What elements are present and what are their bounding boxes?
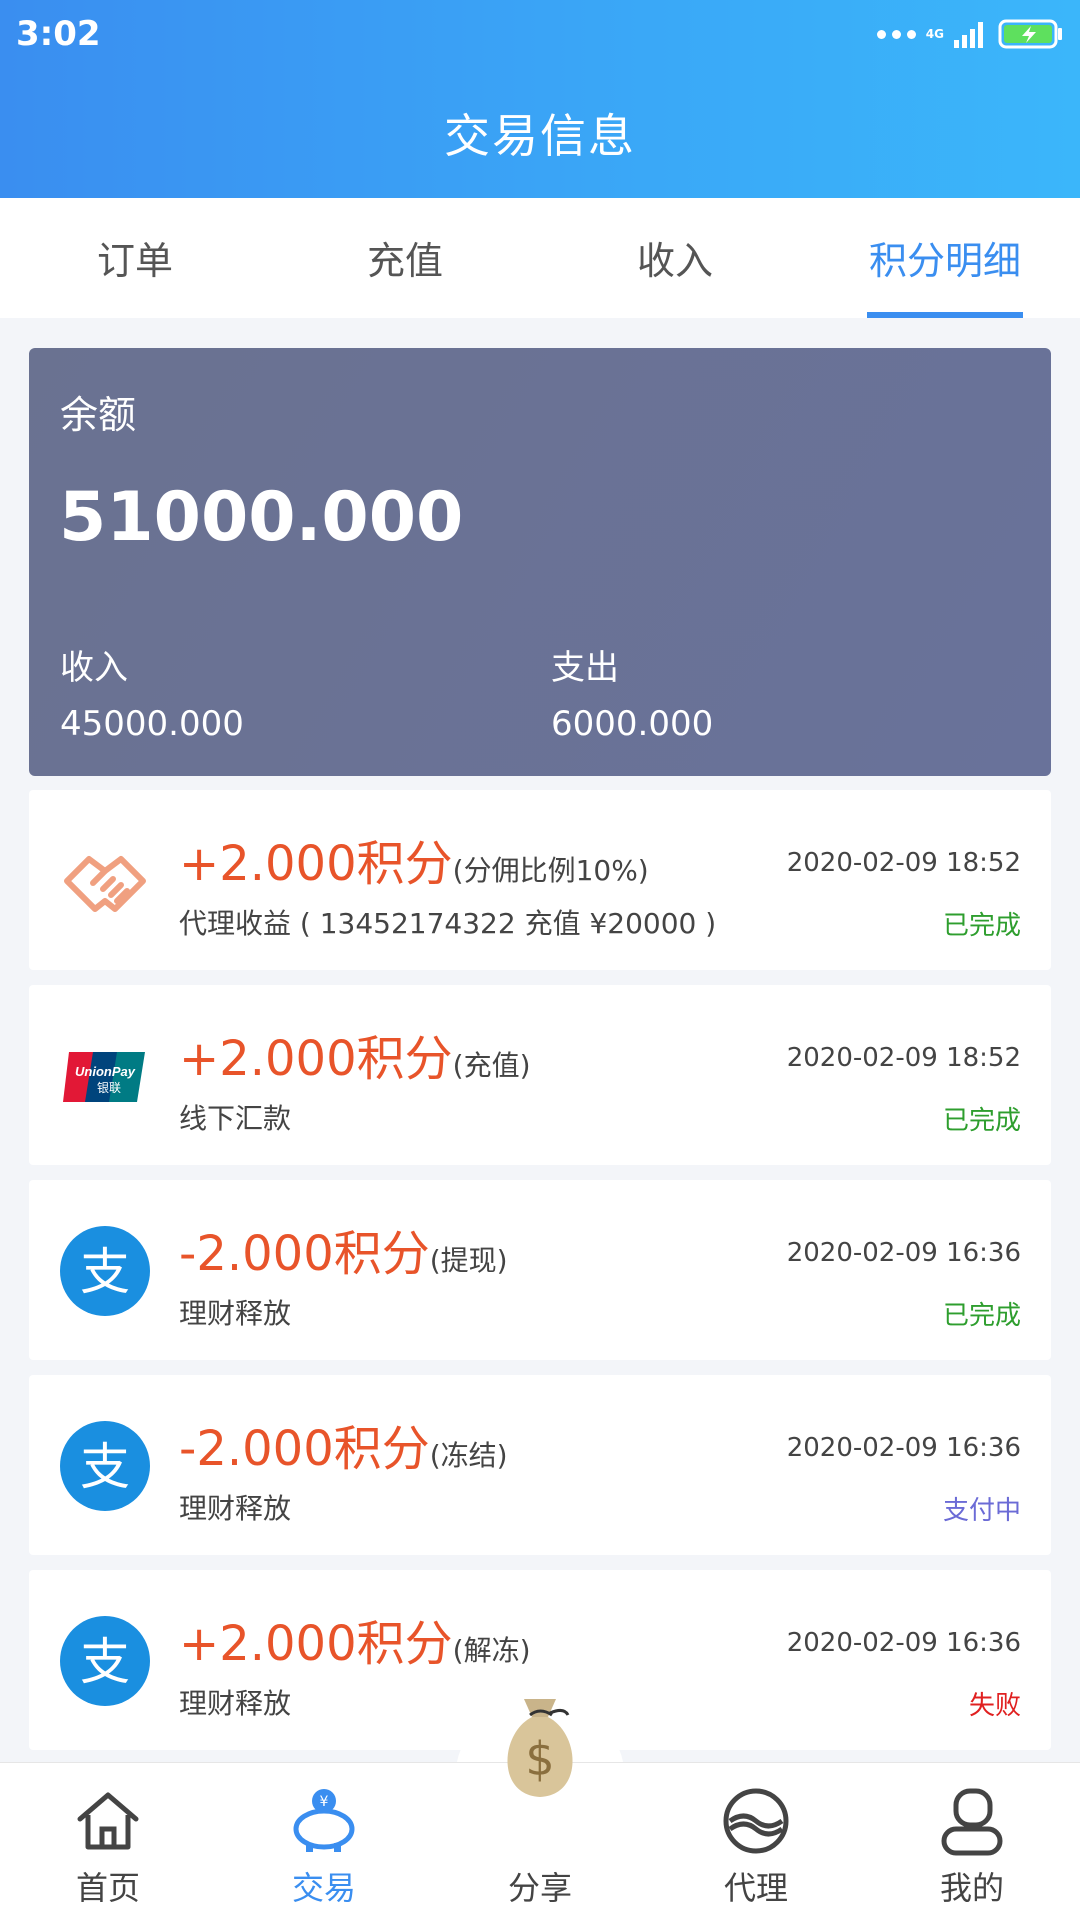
- transaction-item[interactable]: UnionPay 银联 +2.000积分(充值) 线下汇款 2020-02-09…: [29, 985, 1051, 1165]
- svg-text:银联: 银联: [97, 1081, 121, 1095]
- transaction-description: 理财释放: [179, 1687, 292, 1720]
- svg-text:¥: ¥: [320, 1794, 329, 1810]
- app-header: 3:02 4G 交易信息: [0, 0, 1080, 198]
- network-label: 4G: [925, 27, 944, 41]
- tab-orders[interactable]: 订单: [0, 198, 270, 318]
- nav-home[interactable]: 首页: [0, 1763, 216, 1921]
- transaction-amount: +2.000积分(分佣比例10%): [179, 824, 649, 894]
- transaction-description: 理财释放: [179, 1492, 292, 1525]
- expense-value: 6000.000: [551, 704, 714, 744]
- nav-agent[interactable]: 代理: [648, 1763, 864, 1921]
- transaction-amount: +2.000积分(充值): [179, 1019, 531, 1089]
- amount-note: (解冻): [452, 1634, 531, 1667]
- balance-label: 余额: [60, 393, 137, 437]
- nav-home-label: 首页: [75, 1869, 140, 1907]
- balance-amount: 51000.000: [59, 478, 464, 557]
- tab-recharge[interactable]: 充值: [270, 198, 540, 318]
- home-icon: [77, 1792, 139, 1850]
- amount-note: (冻结): [429, 1439, 508, 1472]
- signal-icon: [954, 22, 983, 48]
- battery-icon: [998, 19, 1062, 49]
- alipay-icon: 支: [60, 1616, 150, 1706]
- svg-text:支: 支: [80, 1243, 130, 1301]
- balance-card: 余额 51000.000 收入 45000.000 支出 6000.000: [29, 348, 1051, 776]
- nav-share[interactable]: $ 分享: [432, 1699, 648, 1921]
- svg-text:支: 支: [80, 1633, 130, 1691]
- nav-mine[interactable]: 我的: [864, 1763, 1080, 1921]
- agent-icon: [723, 1788, 789, 1854]
- nav-share-label: 分享: [507, 1869, 572, 1907]
- transaction-status: 失败: [968, 1691, 1021, 1721]
- amount-value: -2.000积分: [179, 1226, 430, 1282]
- amount-value: +2.000积分: [179, 1031, 453, 1087]
- nav-trade-label: 交易: [291, 1869, 356, 1907]
- transaction-time: 2020-02-09 16:36: [786, 1628, 1021, 1658]
- nav-agent-label: 代理: [723, 1869, 788, 1907]
- tab-income[interactable]: 收入: [540, 198, 810, 318]
- handshake-icon: [64, 856, 146, 912]
- bottom-nav: 首页 ¥ 交易 $ 分享 代理 我的: [0, 1699, 1080, 1921]
- amount-value: -2.000积分: [179, 1421, 430, 1477]
- svg-text:UnionPay: UnionPay: [75, 1064, 136, 1079]
- unionpay-icon: UnionPay 银联: [63, 1052, 145, 1102]
- transaction-status: 已完成: [942, 1106, 1021, 1136]
- amount-note: (分佣比例10%): [452, 854, 649, 887]
- amount-note: (提现): [429, 1244, 508, 1277]
- transaction-description: 代理收益 ( 13452174322 充值 ¥20000 ): [179, 907, 717, 940]
- more-dots-icon: [876, 29, 916, 39]
- page-title: 交易信息: [444, 109, 636, 163]
- status-icons: 4G: [876, 14, 1064, 54]
- tab-points-detail[interactable]: 积分明细: [810, 198, 1080, 318]
- alipay-icon: 支: [60, 1421, 150, 1511]
- money-bag-icon: $: [507, 1699, 573, 1797]
- svg-text:支: 支: [80, 1438, 130, 1496]
- transaction-item[interactable]: +2.000积分(分佣比例10%) 代理收益 ( 13452174322 充值 …: [29, 790, 1051, 970]
- tab-bar: 订单 充值 收入 积分明细: [0, 198, 1080, 318]
- alipay-icon: 支: [60, 1226, 150, 1316]
- transaction-amount: -2.000积分(提现): [179, 1214, 508, 1284]
- transaction-description: 线下汇款: [179, 1102, 292, 1135]
- amount-value: +2.000积分: [179, 1616, 453, 1672]
- transaction-time: 2020-02-09 16:36: [786, 1238, 1021, 1268]
- transaction-amount: -2.000积分(冻结): [179, 1409, 508, 1479]
- transaction-time: 2020-02-09 16:36: [786, 1433, 1021, 1463]
- income-value: 45000.000: [60, 704, 244, 744]
- income-label: 收入: [60, 648, 128, 688]
- amount-value: +2.000积分: [179, 836, 453, 892]
- nav-trade[interactable]: ¥ 交易: [216, 1763, 432, 1921]
- nav-mine-label: 我的: [939, 1869, 1004, 1907]
- transaction-status: 已完成: [942, 911, 1021, 941]
- svg-text:$: $: [525, 1732, 554, 1786]
- transaction-status: 支付中: [942, 1496, 1021, 1526]
- transaction-item[interactable]: 支 -2.000积分(冻结) 理财释放 2020-02-09 16:36 支付中: [29, 1375, 1051, 1555]
- amount-note: (充值): [452, 1049, 531, 1082]
- expense-label: 支出: [551, 648, 619, 688]
- status-time: 3:02: [16, 14, 101, 54]
- piggy-bank-icon: ¥: [293, 1789, 355, 1852]
- user-icon: [941, 1788, 1003, 1856]
- transaction-item[interactable]: 支 -2.000积分(提现) 理财释放 2020-02-09 16:36 已完成: [29, 1180, 1051, 1360]
- transaction-time: 2020-02-09 18:52: [786, 848, 1021, 878]
- transaction-time: 2020-02-09 18:52: [786, 1043, 1021, 1073]
- transaction-status: 已完成: [942, 1301, 1021, 1331]
- transaction-amount: +2.000积分(解冻): [179, 1604, 531, 1674]
- transaction-description: 理财释放: [179, 1297, 292, 1330]
